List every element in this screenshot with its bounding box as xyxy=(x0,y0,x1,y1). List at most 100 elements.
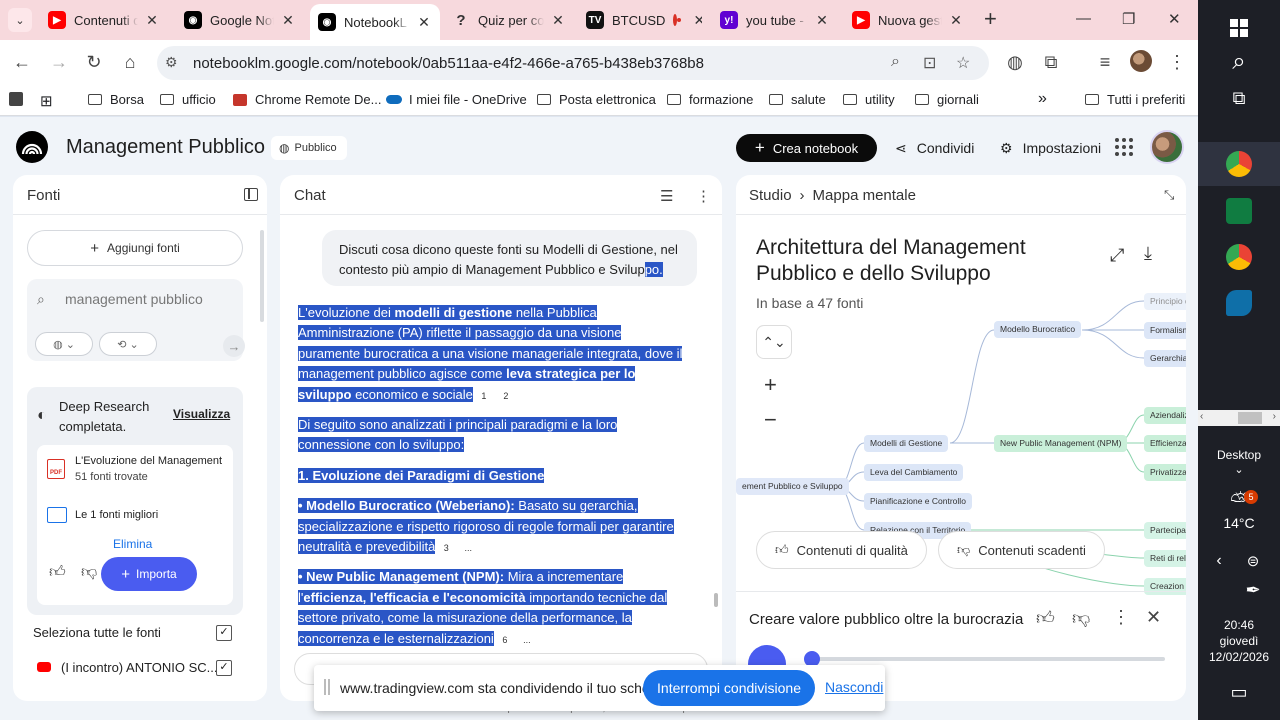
weather-icon[interactable]: ⛅︎ xyxy=(1198,488,1280,514)
bookmark-onedrive[interactable]: I miei file - OneDrive xyxy=(386,92,527,107)
zoom-out-icon[interactable]: − xyxy=(764,407,777,433)
drag-handle[interactable] xyxy=(324,679,330,695)
close-icon[interactable]: ✕ xyxy=(948,12,964,29)
citation-badge[interactable]: 1 xyxy=(475,387,492,404)
research-doc-title[interactable]: L'Evoluzione del Management xyxy=(75,455,222,467)
submit-search-button[interactable]: → xyxy=(223,335,245,357)
thumbs-down-icon[interactable]: 👎︎ xyxy=(81,563,97,582)
network-icon[interactable]: ⊜ xyxy=(1212,552,1280,570)
google-apps-icon[interactable] xyxy=(1115,138,1133,156)
expand-collapse-button[interactable]: ⌃⌄ xyxy=(756,325,792,359)
tab-contenuti[interactable]: ▶ Contenuti di ✕ xyxy=(40,4,168,36)
notebook-title[interactable]: Management Pubblico xyxy=(66,136,265,159)
collapse-panel-icon[interactable] xyxy=(244,188,258,201)
more-bookmarks-icon[interactable]: » xyxy=(1038,90,1047,108)
audio-progress-track[interactable] xyxy=(810,657,1165,661)
collapse-icon[interactable]: ⤡ xyxy=(1164,187,1174,203)
search-input[interactable]: management pubblico xyxy=(65,291,203,307)
bookmark-square-icon[interactable] xyxy=(9,92,23,106)
mind-map-node[interactable]: Formalismo xyxy=(1144,322,1186,339)
tab-search-button[interactable]: ⌄ xyxy=(8,8,32,32)
fullscreen-icon[interactable]: ⤢ xyxy=(1110,245,1124,266)
close-icon[interactable]: ✕ xyxy=(280,12,296,29)
extensions-icon[interactable]: ⧉ xyxy=(1040,52,1062,73)
mind-map-node[interactable]: Pianificazione e Controllo xyxy=(864,493,972,510)
install-app-icon[interactable]: ⊡ xyxy=(923,53,936,73)
bookmark-salute[interactable]: salute xyxy=(769,92,826,107)
close-window-icon[interactable]: ✕ xyxy=(1168,10,1181,28)
windows-start-icon[interactable] xyxy=(1198,10,1280,37)
close-icon[interactable]: ✕ xyxy=(144,12,160,29)
taskbar-scrollbar[interactable]: ‹ › xyxy=(1198,410,1280,426)
tune-icon[interactable]: ☰ xyxy=(660,187,673,205)
tab-quiz[interactable]: ? Quiz per co ✕ xyxy=(444,4,574,36)
thumbs-down-icon[interactable]: 👎︎ xyxy=(1072,607,1090,629)
bookmark-ufficio[interactable]: ufficio xyxy=(160,92,216,107)
tab-nuova-gestione[interactable]: ▶ Nuova gest ✕ xyxy=(844,4,972,36)
import-button[interactable]: + Importa xyxy=(101,557,197,591)
close-icon[interactable]: ✕ xyxy=(693,12,702,29)
more-vert-icon[interactable]: ⋮ xyxy=(696,187,711,205)
bad-content-button[interactable]: 👎︎ Contenuti scadenti xyxy=(938,531,1105,569)
thumbs-up-icon[interactable]: 👍︎ xyxy=(49,563,66,582)
settings-button[interactable]: ⚙ Impostazioni xyxy=(990,134,1111,162)
media-control-icon[interactable]: ≡ xyxy=(1094,52,1116,73)
mind-map-node[interactable]: Creazion xyxy=(1144,578,1186,595)
source-item-checkbox[interactable]: ✓ xyxy=(216,660,232,676)
thumbs-up-icon[interactable]: 👍︎ xyxy=(1036,607,1055,629)
tab-btcusd[interactable]: TV BTCUSD ✕ xyxy=(578,4,702,36)
apps-icon[interactable]: ⊞ xyxy=(40,92,53,110)
forward-icon[interactable]: → xyxy=(48,52,70,73)
public-badge[interactable]: ◍ Pubblico xyxy=(271,136,347,160)
tab-notebooklm-active[interactable]: ◉ NotebookL ✕ xyxy=(310,4,440,40)
create-notebook-button[interactable]: + Crea notebook xyxy=(736,134,877,162)
chrome-menu-icon[interactable]: ⋮ xyxy=(1166,52,1188,73)
extension-color-icon[interactable]: ◍ xyxy=(1004,52,1026,73)
notification-icon[interactable]: ▭ xyxy=(1198,682,1280,703)
app-icon[interactable] xyxy=(1226,290,1252,316)
share-button[interactable]: ⋖ Condividi xyxy=(885,134,984,162)
hide-link[interactable]: Nascondi xyxy=(825,679,883,695)
mind-map-node[interactable]: Leva del Cambiamento xyxy=(864,464,964,481)
bookmark-formazione[interactable]: formazione xyxy=(667,92,753,107)
home-icon[interactable]: ⌂ xyxy=(119,52,141,73)
close-icon[interactable]: ✕ xyxy=(814,12,830,29)
notebooklm-logo[interactable] xyxy=(16,131,48,163)
chat-scrollbar[interactable] xyxy=(714,593,718,607)
select-all-checkbox[interactable]: ✓ xyxy=(216,625,232,641)
zoom-in-icon[interactable]: + xyxy=(764,372,777,398)
task-view-icon[interactable]: ⧉ xyxy=(1198,88,1280,109)
breadcrumb-studio[interactable]: Studio xyxy=(749,187,792,204)
citation-more[interactable]: ... xyxy=(518,631,535,648)
chrome-profile-icon[interactable] xyxy=(1226,244,1252,270)
tab-youtube-yahoo[interactable]: y! you tube - Y ✕ xyxy=(712,4,838,36)
chrome-icon[interactable] xyxy=(1226,151,1252,177)
mind-map-node[interactable]: New Public Management (NPM) xyxy=(994,435,1128,452)
zoom-icon[interactable]: ⌕ xyxy=(891,53,900,71)
web-source-chip[interactable]: ◍ ⌄ xyxy=(35,332,93,356)
excel-icon[interactable] xyxy=(1226,198,1252,224)
best-sources-label[interactable]: Le 1 fonti migliori xyxy=(75,509,158,521)
star-icon[interactable]: ☆ xyxy=(956,53,970,73)
pen-icon[interactable]: ✒ xyxy=(1212,580,1280,601)
restore-icon[interactable]: ❐ xyxy=(1122,10,1135,28)
citation-badge[interactable]: 3 xyxy=(438,540,455,557)
minimize-icon[interactable]: — xyxy=(1076,10,1091,27)
mind-map-node[interactable]: Modello Burocratico xyxy=(994,321,1082,338)
clock-time[interactable]: 20:46 xyxy=(1198,618,1280,632)
mind-map-node[interactable]: Gerarchia r xyxy=(1144,350,1186,367)
back-icon[interactable]: ← xyxy=(11,52,33,73)
reload-icon[interactable]: ↻ xyxy=(83,52,105,73)
mind-map-node[interactable]: Privatizza xyxy=(1144,464,1186,481)
all-bookmarks[interactable]: Tutti i preferiti xyxy=(1085,92,1185,107)
delete-link[interactable]: Elimina xyxy=(113,537,152,551)
close-icon[interactable]: ✕ xyxy=(1146,607,1161,628)
sources-scrollbar[interactable] xyxy=(260,230,264,322)
mind-map-node[interactable]: Efficienza e xyxy=(1144,435,1186,452)
citation-more[interactable]: ... xyxy=(460,540,477,557)
avatar[interactable] xyxy=(1150,130,1184,164)
more-vert-icon[interactable]: ⋮ xyxy=(1112,607,1130,628)
bookmark-posta[interactable]: Posta elettronica xyxy=(537,92,656,107)
address-bar[interactable]: ⚙ notebooklm.google.com/notebook/0ab511a… xyxy=(157,46,989,80)
view-link[interactable]: Visualizza xyxy=(173,407,230,421)
